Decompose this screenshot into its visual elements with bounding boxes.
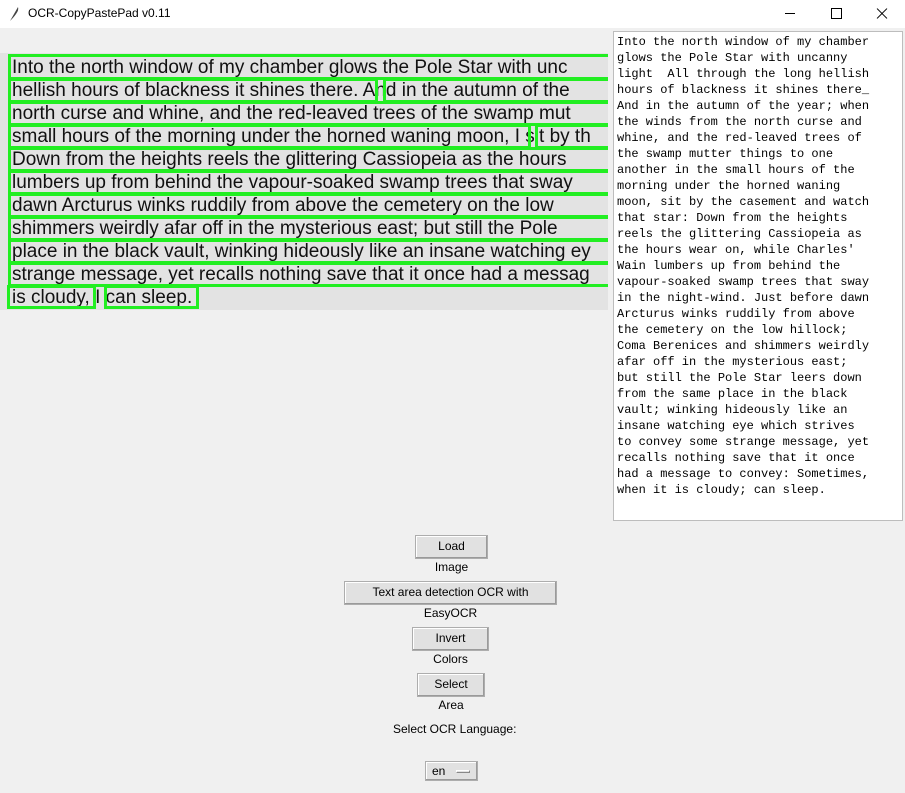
window-title: OCR-CopyPastePad v0.11 [28,6,171,20]
detection-box [8,193,608,218]
detection-box [8,124,531,149]
ocr-output-line: Arcturus winks ruddily from above [617,307,855,321]
ocr-output-line: reels the glittering Cassiopeia as [617,227,862,241]
detection-box [8,216,608,241]
ocr-output-line: whine, and the red-leaved trees of [617,131,862,145]
ocr-output-line: but still the Pole Star leers down [617,371,862,385]
ocr-output-line: afar off in the mysterious east; [617,355,848,369]
ocr-output-line: light All through the long hellish [617,67,870,81]
detection-box [104,285,199,309]
ocr-output-line: Into the north window of my chamber [617,35,870,49]
ocr-output-line: from the same place in the black [617,387,848,401]
maximize-icon[interactable] [813,0,859,28]
detection-box [535,124,608,149]
ocr-output-line: recalls nothing save that it once [617,451,855,465]
ocr-output-line: the cemetery on the low hillock; [617,323,848,337]
detection-box [8,78,378,103]
ocr-output-line: when it is cloudy; can sleep. [617,483,826,497]
image-canvas[interactable]: Into the north window of my chamber glow… [0,53,608,310]
ocr-output-line: another in the small hours of the [617,163,855,177]
ocr-output-line: that star: Down from the heights [617,211,848,225]
ocr-text-output[interactable]: Into the north window of my chamber glows… [613,31,903,521]
detection-box [8,262,608,287]
ocr-output-line: the winds from the north curse and [617,115,862,129]
detection-box [8,101,608,126]
ocr-output-line: morning under the horned waning [617,179,841,193]
ocr-output-line: in the night-wind. Just before dawn [617,291,870,305]
language-select[interactable]: en [425,761,478,781]
ocr-output-line: to convey some strange message, yet [617,435,870,449]
feather-icon [10,7,19,21]
load-image-button[interactable]: Load Image [415,535,488,574]
ocr-output-line: Wain lumbers up from behind the [617,259,841,273]
ocr-output-line: glows the Pole Star with uncanny [617,51,848,65]
ocr-output-line: vault; winking hideously like an [617,403,848,417]
detection-box [8,170,608,195]
detection-box [7,285,96,309]
language-label: Select OCR Language: [393,722,517,736]
detection-box [8,147,608,172]
detection-box [8,54,608,80]
select-area-button[interactable]: Select Area [417,673,485,712]
ocr-output-line: insane watching eye which strives [617,419,855,433]
ocr-output-line: And in the autumn of the year; when [617,99,870,113]
detection-box [8,239,608,264]
chevron-down-icon [456,770,470,773]
ocr-output-line: had a message to convey: Sometimes, [617,467,870,481]
detection-box [383,78,608,103]
language-value: en [432,764,446,778]
ocr-output-line: hours of blackness it shines there_ [617,83,870,97]
minimize-icon[interactable] [767,0,813,28]
ocr-output-line: the hours wear on, while Charles' [617,243,855,257]
ocr-output-line: the swamp mutter things to one [617,147,834,161]
ocr-output-line: vapour-soaked swamp trees that sway [617,275,870,289]
detect-ocr-button[interactable]: Text area detection OCR with EasyOCR [344,581,557,620]
ocr-output-line: Coma Berenices and shimmers weirdly [617,339,870,353]
close-icon[interactable] [859,0,905,28]
ocr-output-line: moon, sit by the casement and watch [617,195,870,209]
invert-colors-button[interactable]: Invert Colors [412,627,489,666]
title-bar: OCR-CopyPastePad v0.11 [0,0,905,28]
